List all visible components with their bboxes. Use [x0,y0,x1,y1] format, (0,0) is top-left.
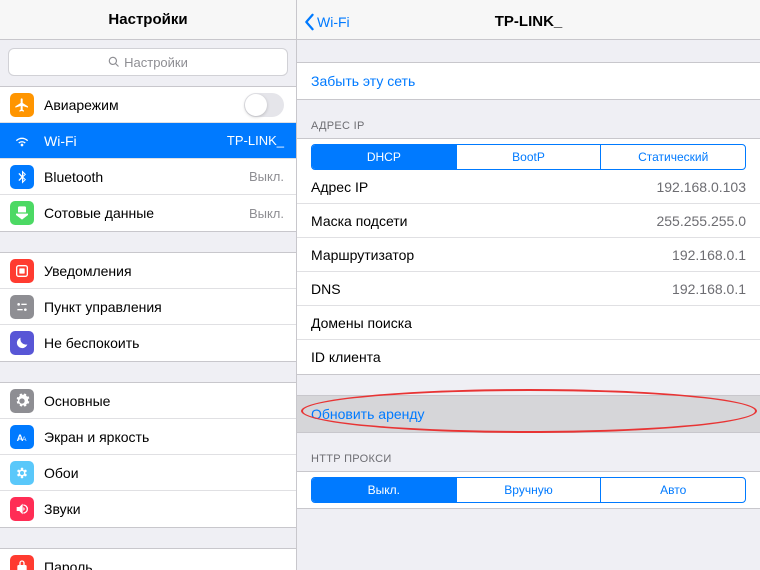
search-icon [108,56,120,68]
segment-option[interactable]: Авто [601,478,745,502]
sidebar-item-control[interactable]: Пункт управления [0,289,296,325]
airplane-icon [10,93,34,117]
sidebar-item-airplane[interactable]: Авиарежим [0,87,296,123]
gear-icon [10,389,34,413]
cellular-icon [10,201,34,225]
ip-row[interactable]: Адрес IP192.168.0.103 [297,170,760,204]
sidebar-item-label: Авиарежим [44,97,244,113]
sidebar-item-sounds[interactable]: Звуки [0,491,296,527]
ip-row[interactable]: Маска подсети255.255.255.0 [297,204,760,238]
ip-row[interactable]: Маршрутизатор192.168.0.1 [297,238,760,272]
sidebar-item-bluetooth[interactable]: BluetoothВыкл. [0,159,296,195]
sidebar-item-label: Уведомления [44,263,284,279]
renew-lease-button[interactable]: Обновить аренду [297,396,760,432]
moon-icon [10,331,34,355]
wallpaper-icon [10,461,34,485]
sidebar-item-wallpaper[interactable]: Обои [0,455,296,491]
segment-option[interactable]: Выкл. [312,478,457,502]
ip-section-label: АДРЕС IP [297,100,760,138]
sidebar-item-label: Пароль [44,559,284,570]
cell-value: 192.168.0.1 [672,247,746,263]
sidebar-header: Настройки [0,0,296,40]
detail-title: TP-LINK_ [495,13,563,30]
sidebar-item-label: Пункт управления [44,299,284,315]
sidebar-item-label: Обои [44,465,284,481]
ip-mode-segment[interactable]: DHCPBootPСтатический [311,144,746,170]
search-input[interactable]: Настройки [8,48,288,76]
search-placeholder: Настройки [124,55,188,70]
sidebar-item-label: Не беспокоить [44,335,284,351]
cell-label: Домены поиска [311,315,746,331]
ip-row[interactable]: ID клиента [297,340,760,374]
sidebar-item-gear[interactable]: Основные [0,383,296,419]
sounds-icon [10,497,34,521]
cell-value: 192.168.0.103 [656,179,746,195]
cell-value: 255.255.255.0 [656,213,746,229]
sidebar-item-cellular[interactable]: Сотовые данныеВыкл. [0,195,296,231]
sidebar-item-label: Wi-Fi [44,133,227,149]
detail-header: Wi-Fi TP-LINK_ [297,0,760,40]
sidebar-item-label: Сотовые данные [44,205,249,221]
cell-label: Маршрутизатор [311,247,672,263]
segment-option[interactable]: Статический [601,145,745,169]
sidebar-item-lock[interactable]: Пароль [0,549,296,570]
proxy-mode-segment[interactable]: Выкл.ВручнуюАвто [311,477,746,503]
detail-pane: 15:35 47 % Wi-Fi TP-LINK_ Забыть эту сет… [297,0,760,570]
cell-value: 192.168.0.1 [672,281,746,297]
sidebar-item-moon[interactable]: Не беспокоить [0,325,296,361]
toggle-switch[interactable] [244,93,284,117]
sidebar-item-label: Bluetooth [44,169,249,185]
display-icon: AA [10,425,34,449]
sidebar-item-wifi[interactable]: Wi-FiTP-LINK_ [0,123,296,159]
svg-text:A: A [22,436,27,443]
cell-label: Маска подсети [311,213,656,229]
ip-row[interactable]: Домены поиска [297,306,760,340]
segment-option[interactable]: DHCP [312,145,457,169]
chevron-left-icon [303,13,315,31]
sidebar-title: Настройки [108,11,187,28]
sidebar-item-notifications[interactable]: Уведомления [0,253,296,289]
sidebar-item-display[interactable]: AA Экран и яркость [0,419,296,455]
sidebar-item-value: TP-LINK_ [227,133,284,148]
sidebar-item-label: Основные [44,393,284,409]
cell-label: ID клиента [311,349,746,365]
lock-icon [10,555,34,570]
bluetooth-icon [10,165,34,189]
sidebar-item-label: Звуки [44,501,284,517]
segment-option[interactable]: Вручную [457,478,602,502]
sidebar: Настройки Настройки Авиарежим Wi-FiTP-LIN… [0,0,297,570]
notifications-icon [10,259,34,283]
segment-option[interactable]: BootP [457,145,602,169]
forget-network-button[interactable]: Забыть эту сеть [297,63,760,99]
ip-row[interactable]: DNS192.168.0.1 [297,272,760,306]
back-button[interactable]: Wi-Fi [303,13,350,31]
wifi-icon [10,129,34,153]
cell-label: DNS [311,281,672,297]
sidebar-item-value: Выкл. [249,206,284,221]
cell-label: Адрес IP [311,179,656,195]
sidebar-item-value: Выкл. [249,169,284,184]
proxy-section-label: HTTP ПРОКСИ [297,433,760,471]
control-icon [10,295,34,319]
sidebar-item-label: Экран и яркость [44,429,284,445]
